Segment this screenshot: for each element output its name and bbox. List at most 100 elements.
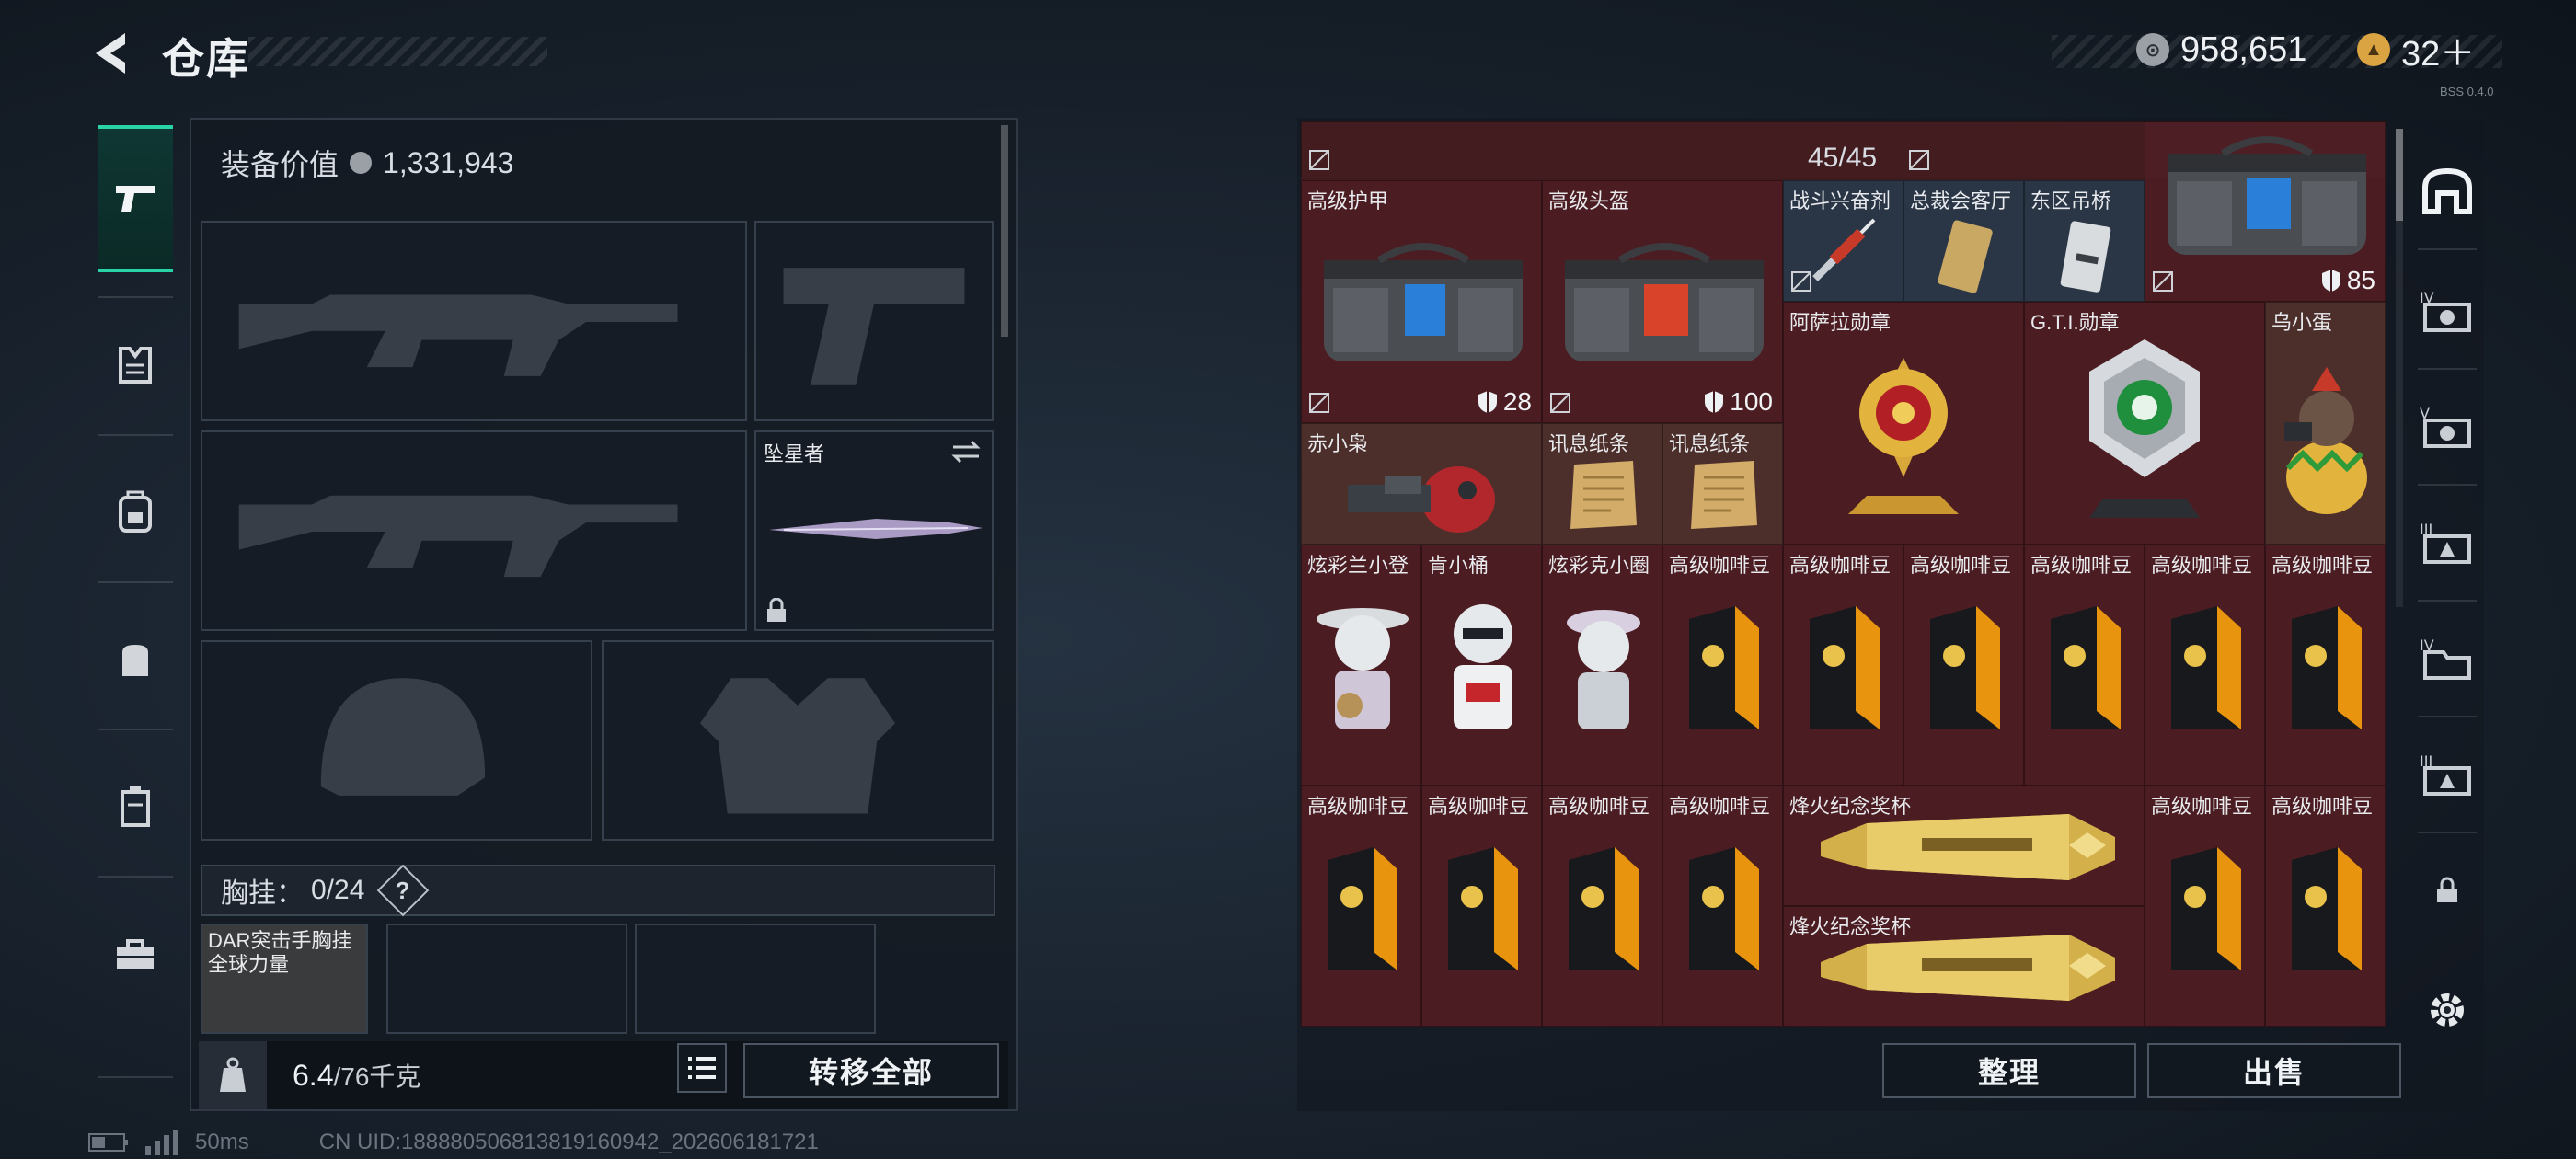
signal-icon <box>145 1130 178 1155</box>
folder-iv-icon: IV <box>2420 637 2471 680</box>
equipment-value-label: 装备价值 <box>221 148 339 181</box>
item-figure-landeng[interactable]: 炫彩兰小登 <box>1301 545 1421 786</box>
status-bar: 50ms CN UID:18888050681381916094​2_20260… <box>88 1130 819 1155</box>
item-coffee-beans[interactable]: 高级咖啡豆 <box>1301 786 1421 1027</box>
right-nav: IV V III IV III <box>2410 138 2484 1104</box>
durability-value: 100 <box>1730 387 1773 416</box>
weight-total: /76千克 <box>333 1062 421 1091</box>
item-label: 高级头盔 <box>1548 189 1630 212</box>
item-coffee-beans[interactable]: 高级咖啡豆 <box>2265 545 2386 786</box>
chest-slot[interactable] <box>635 924 876 1034</box>
nav-base[interactable] <box>2410 147 2484 235</box>
durability-value: 28 <box>1502 387 1532 416</box>
item-label: 讯息纸条 <box>1548 432 1630 455</box>
nav-case-v[interactable]: V <box>2410 383 2484 471</box>
chest-rig-item[interactable]: DAR突击手胸挂 全球力量 <box>201 924 368 1034</box>
item-label: 战斗兴奋剂 <box>1789 189 1892 212</box>
back-arrow-icon <box>96 33 125 74</box>
item-gti-medal[interactable]: G.T.I.勋章 <box>2024 302 2265 545</box>
item-asara-medal[interactable]: 阿萨拉勋章 <box>1783 302 2024 545</box>
item-message-note[interactable]: 讯息纸条 <box>1662 423 1783 545</box>
item-advanced-helmet[interactable]: 高级头盔 100 <box>1542 180 1783 423</box>
coffee-bag-icon <box>1448 847 1518 970</box>
coffee-bag-icon <box>1689 847 1759 970</box>
swap-icon[interactable] <box>949 438 983 465</box>
syringe-icon <box>1812 218 1876 281</box>
item-coffee-beans[interactable]: 高级咖啡豆 <box>1542 786 1662 1027</box>
item-beacon-trophy[interactable]: 烽火纪念奖杯 <box>1783 786 2145 906</box>
item-message-note[interactable]: 讯息纸条 <box>1542 423 1662 545</box>
coffee-bag-icon <box>1930 606 2000 729</box>
nav-case-iv[interactable]: IV <box>2410 267 2484 355</box>
item-coffee-beans[interactable]: 高级咖啡豆 <box>2145 786 2265 1027</box>
item-beacon-trophy[interactable]: 烽火纪念奖杯 <box>1783 906 2145 1027</box>
item-label: 高级咖啡豆 <box>2151 795 2253 818</box>
item-advanced-armor[interactable]: 高级护甲 28 <box>1301 180 1542 423</box>
no-bind-icon <box>1909 150 1929 170</box>
durability-value: 85 <box>2346 266 2375 294</box>
nav-pack[interactable] <box>85 609 186 710</box>
figure-icon <box>1317 608 1409 729</box>
transfer-all-button[interactable]: 转移全部 <box>743 1043 999 1098</box>
sort-button[interactable]: 整理 <box>1882 1043 2136 1098</box>
weight-current: 6.4 <box>293 1058 334 1092</box>
item-coffee-beans[interactable]: 高级咖啡豆 <box>1783 545 1903 786</box>
slot-helmet[interactable] <box>201 640 592 841</box>
item-coffee-beans[interactable]: 高级咖啡豆 <box>2265 786 2386 1027</box>
item-east-bridge-keycard[interactable]: 东区吊桥 <box>2024 180 2145 302</box>
equipment-scrollbar[interactable] <box>1001 125 1008 337</box>
item-ceo-lounge-keycard[interactable]: 总裁会客厅 <box>1903 180 2024 302</box>
item-combat-stimulant[interactable]: 战斗兴奋剂 <box>1783 180 1903 302</box>
nav-locked[interactable] <box>2410 846 2484 935</box>
item-chi-xiaoxiao[interactable]: 赤小枭 <box>1301 423 1542 545</box>
slot-pistol[interactable] <box>754 221 994 421</box>
nav-case[interactable] <box>85 756 186 857</box>
item-figure-kexiaoquan[interactable]: 炫彩克小圈 <box>1542 545 1662 786</box>
help-icon[interactable]: ? <box>377 864 430 917</box>
slot-melee[interactable]: 坠星者 <box>754 430 994 631</box>
melee-name: 坠星者 <box>764 442 825 465</box>
item-duffel-bag[interactable]: 85 <box>2145 121 2386 302</box>
list-view-button[interactable] <box>677 1043 727 1093</box>
item-coffee-beans[interactable]: 高级咖啡豆 <box>1662 545 1783 786</box>
item-label: 东区吊桥 <box>2030 189 2112 212</box>
durability-icon <box>1705 391 1724 413</box>
item-coffee-beans[interactable]: 高级咖啡豆 <box>1903 545 2024 786</box>
nav-vest[interactable] <box>85 315 186 416</box>
slot-armor[interactable] <box>602 640 994 841</box>
back-button[interactable] <box>85 26 140 81</box>
coin-icon <box>350 152 373 174</box>
item-coffee-beans[interactable]: 高级咖啡豆 <box>1421 786 1542 1027</box>
item-wu-xiaodan[interactable]: 乌小蛋 <box>2265 302 2386 545</box>
storage-scrollbar-thumb[interactable] <box>2396 129 2403 221</box>
slot-secondary-weapon[interactable] <box>201 430 747 631</box>
item-label: 高级咖啡豆 <box>2030 554 2133 577</box>
pistol-icon <box>116 186 155 212</box>
nav-backpack[interactable] <box>85 462 186 563</box>
item-label: 高级咖啡豆 <box>2151 554 2253 577</box>
chest-slot[interactable] <box>386 924 627 1034</box>
nav-weapons[interactable] <box>98 125 173 272</box>
item-coffee-beans[interactable]: 高级咖啡豆 <box>2024 545 2145 786</box>
premium-amount: 32＋ <box>2401 34 2476 74</box>
nav-toolbox[interactable] <box>85 903 186 1004</box>
item-label: 高级咖啡豆 <box>1669 554 1771 577</box>
pistol-silhouette-icon <box>783 268 965 385</box>
chest-rig-item-name: DAR突击手胸挂 <box>208 929 352 952</box>
medal-icon <box>2089 339 2200 518</box>
sell-button[interactable]: 出售 <box>2147 1043 2401 1098</box>
nav-case-iii-b[interactable]: III <box>2410 730 2484 819</box>
nav-case-iii[interactable]: III <box>2410 499 2484 587</box>
item-coffee-beans[interactable]: 高级咖啡豆 <box>1662 786 1783 1027</box>
nav-folder-iv[interactable]: IV <box>2410 614 2484 703</box>
settings-button[interactable] <box>2410 966 2484 1054</box>
helmet-silhouette-icon <box>320 678 486 796</box>
slot-primary-weapon[interactable] <box>201 221 747 421</box>
currency-premium[interactable]: ▲ 32＋ <box>2357 28 2476 74</box>
knife-icon <box>769 519 983 539</box>
item-label: 高级咖啡豆 <box>1910 554 2012 577</box>
storage-grid: 45/45 高级护甲 28 高级头盔 100 战斗兴奋剂 总裁会客厅 东区吊桥 … <box>1301 121 2386 1027</box>
item-figure-kenxiaotong[interactable]: 肯小桶 <box>1421 545 1542 786</box>
item-coffee-beans[interactable]: 高级咖啡豆 <box>2145 545 2265 786</box>
currency-coins[interactable]: ⊙ 958,651 <box>2136 28 2306 72</box>
